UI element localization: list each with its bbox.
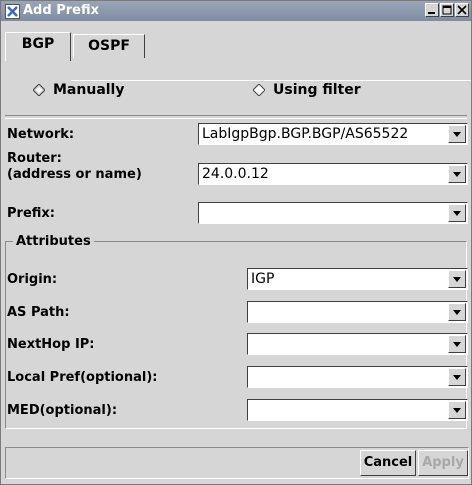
router-dropdown-button[interactable]: [448, 165, 466, 183]
app-icon: [5, 4, 20, 19]
med-label: MED(optional):: [7, 403, 118, 418]
router-value: 24.0.0.12: [202, 166, 269, 182]
router-label-line2: (address or name): [7, 167, 142, 182]
chevron-down-icon: [453, 342, 461, 347]
title-bar[interactable]: Add Prefix: [1, 1, 471, 21]
as-path-label: AS Path:: [7, 305, 70, 320]
nexthop-combo[interactable]: [247, 333, 468, 355]
radio-using-filter[interactable]: Using filter: [253, 82, 361, 98]
chevron-down-icon: [453, 172, 461, 177]
origin-combo[interactable]: IGP: [247, 268, 468, 290]
router-combo[interactable]: 24.0.0.12: [198, 163, 468, 185]
cancel-button[interactable]: Cancel: [360, 450, 416, 476]
radio-manually-label: Manually: [53, 82, 125, 98]
radio-manually[interactable]: Manually: [33, 82, 124, 98]
local-pref-label: Local Pref(optional):: [7, 370, 158, 385]
as-path-dropdown-button[interactable]: [448, 303, 466, 321]
network-dropdown-button[interactable]: [448, 125, 466, 143]
apply-button[interactable]: Apply: [418, 450, 468, 476]
tab-bar: BGP OSPF: [1, 21, 471, 81]
tab-ospf-label: OSPF: [88, 38, 130, 54]
network-combo[interactable]: LabIgpBgp.BGP.BGP/AS65522: [198, 123, 468, 145]
maximize-button[interactable]: [440, 3, 454, 17]
tab-bgp-label: BGP: [21, 36, 55, 52]
tab-ospf[interactable]: OSPF: [73, 34, 145, 58]
chevron-down-icon: [453, 310, 461, 315]
separator: [5, 115, 467, 119]
origin-label: Origin:: [7, 272, 58, 287]
chevron-down-icon: [453, 211, 461, 216]
button-bar: Cancel Apply: [5, 447, 469, 479]
chevron-down-icon: [453, 277, 461, 282]
nexthop-dropdown-button[interactable]: [448, 335, 466, 353]
chevron-down-icon: [453, 408, 461, 413]
prefix-combo[interactable]: [198, 202, 468, 224]
origin-value: IGP: [251, 271, 275, 287]
origin-dropdown-button[interactable]: [448, 270, 466, 288]
radio-using-filter-label: Using filter: [273, 82, 361, 98]
prefix-label: Prefix:: [7, 206, 55, 221]
window-title: Add Prefix: [23, 3, 99, 18]
local-pref-dropdown-button[interactable]: [448, 368, 466, 386]
radio-diamond-icon: [253, 84, 265, 96]
local-pref-combo[interactable]: [247, 366, 468, 388]
radio-diamond-icon: [33, 84, 45, 96]
attributes-title: Attributes: [13, 234, 94, 249]
tab-bgp[interactable]: BGP: [5, 32, 71, 61]
close-button[interactable]: [455, 3, 469, 17]
nexthop-label: NextHop IP:: [7, 337, 95, 352]
chevron-down-icon: [453, 132, 461, 137]
med-dropdown-button[interactable]: [448, 401, 466, 419]
network-label: Network:: [7, 127, 75, 142]
network-value: LabIgpBgp.BGP.BGP/AS65522: [202, 126, 445, 142]
add-prefix-window: Add Prefix BGP OSPF Manually Using filte…: [0, 0, 472, 485]
as-path-combo[interactable]: [247, 301, 468, 323]
prefix-dropdown-button[interactable]: [448, 204, 466, 222]
bgp-panel: Manually Using filter Network: LabIgpBgp…: [1, 61, 471, 483]
chevron-down-icon: [453, 375, 461, 380]
med-combo[interactable]: [247, 399, 468, 421]
router-label: Router: (address or name): [7, 151, 142, 183]
router-label-line1: Router:: [7, 151, 62, 166]
minimize-button[interactable]: [425, 3, 439, 17]
